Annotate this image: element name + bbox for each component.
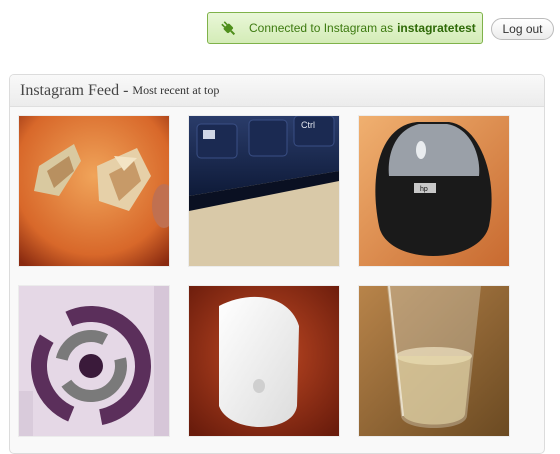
mouse-brand-label: hp: [420, 186, 428, 193]
photo-white-mouse[interactable]: [189, 286, 339, 436]
photo-keyboard-keys[interactable]: Ctrl: [189, 116, 339, 266]
keyboard-key-label: Ctrl: [301, 120, 315, 130]
panel-subtitle: Most recent at top: [132, 83, 220, 97]
panel-title-separator: -: [123, 81, 129, 99]
connection-text: Connected to Instagram as: [249, 21, 394, 35]
panel-header: Instagram Feed - Most recent at top: [10, 75, 544, 107]
plug-icon: [221, 21, 236, 36]
logout-button[interactable]: Log out: [491, 18, 554, 40]
panel-title: Instagram Feed: [20, 81, 120, 99]
photo-glass-water[interactable]: [359, 286, 509, 436]
connection-notice: Connected to Instagram as instagratetest: [207, 12, 483, 44]
connection-username: instagratetest: [397, 21, 476, 35]
photo-candy-wrappers[interactable]: [19, 116, 169, 266]
photo-logo-print[interactable]: [19, 286, 169, 436]
photo-hp-mouse[interactable]: hp: [359, 116, 509, 266]
